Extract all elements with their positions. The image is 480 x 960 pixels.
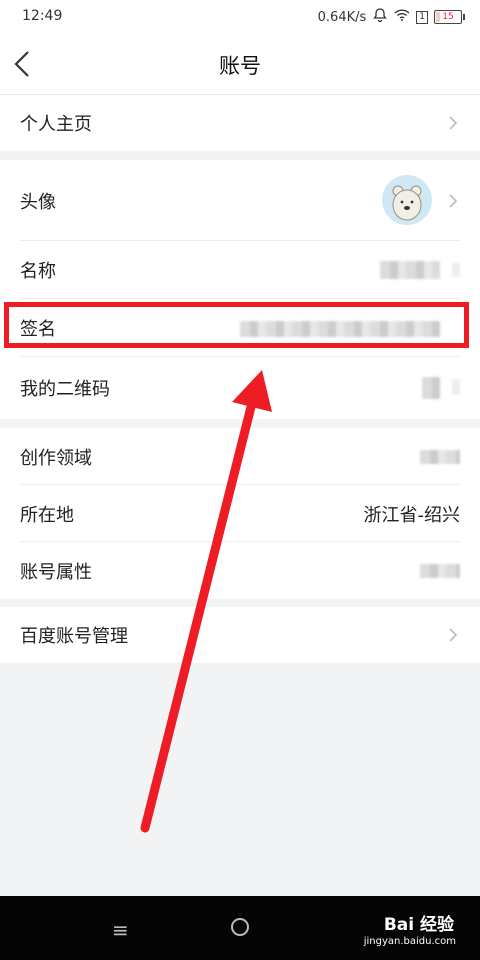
group-homepage: 个人主页 xyxy=(0,95,480,151)
row-location-value: 浙江省-绍兴 xyxy=(363,504,461,526)
blurred-qrcode-icon xyxy=(422,377,440,399)
chevron-right-icon xyxy=(449,193,458,208)
blurred-chevron xyxy=(452,263,460,277)
status-icons: 0.64K/s 1 15 xyxy=(317,7,465,27)
blurred-chevron xyxy=(452,379,460,395)
row-domain[interactable]: 创作领域 xyxy=(0,428,480,485)
row-baidu-manage-label: 百度账号管理 xyxy=(20,626,128,647)
row-attribute-label: 账号属性 xyxy=(20,561,92,583)
row-homepage[interactable]: 个人主页 xyxy=(0,95,480,151)
network-speed: 0.64K/s xyxy=(317,9,367,25)
bear-avatar-icon xyxy=(392,185,422,221)
menu-icon[interactable]: ≡ xyxy=(112,918,129,942)
row-qrcode[interactable]: 我的二维码 xyxy=(0,357,480,419)
row-avatar[interactable]: 头像 xyxy=(0,160,480,241)
row-domain-label: 创作领域 xyxy=(20,447,92,469)
baidu-watermark-url: jingyan.baidu.com xyxy=(363,936,456,947)
row-baidu-manage[interactable]: 百度账号管理 xyxy=(0,607,480,663)
battery-percent: 15 xyxy=(442,12,454,22)
row-location[interactable]: 所在地 浙江省-绍兴 xyxy=(0,485,480,542)
sim-icon: 1 xyxy=(416,10,428,24)
baidu-watermark: Bai 经验 xyxy=(383,915,454,935)
blurred-attribute-value xyxy=(420,564,460,578)
blurred-name-value xyxy=(380,261,440,279)
row-avatar-label: 头像 xyxy=(20,191,56,213)
battery-level xyxy=(436,12,440,22)
page-title: 账号 xyxy=(219,54,261,78)
row-attribute[interactable]: 账号属性 xyxy=(0,542,480,599)
chevron-right-icon xyxy=(449,116,458,130)
row-homepage-label: 个人主页 xyxy=(20,114,92,135)
row-name-label: 名称 xyxy=(20,261,56,282)
row-location-label: 所在地 xyxy=(20,504,74,526)
battery-icon: 15 xyxy=(434,10,465,24)
row-name[interactable]: 名称 xyxy=(0,241,480,299)
highlight-box xyxy=(4,302,469,348)
row-qrcode-label: 我的二维码 xyxy=(20,379,110,400)
group-details: 创作领域 所在地 浙江省-绍兴 账号属性 xyxy=(0,428,480,599)
system-nav-bar: ≡ Bai 经验 jingyan.baidu.com xyxy=(0,896,480,960)
status-bar: 12:49 0.64K/s 1 15 xyxy=(0,0,480,34)
nav-bar: 账号 xyxy=(0,34,480,95)
group-baidu: 百度账号管理 xyxy=(0,607,480,663)
group-profile: 头像 名称 签名 我的二维码 xyxy=(0,160,480,419)
chevron-right-icon xyxy=(449,628,458,642)
blurred-domain-value xyxy=(420,450,460,464)
bell-icon xyxy=(372,7,388,27)
avatar xyxy=(382,175,432,225)
home-icon[interactable] xyxy=(231,918,249,936)
status-time: 12:49 xyxy=(22,8,63,24)
wifi-icon xyxy=(394,8,410,26)
